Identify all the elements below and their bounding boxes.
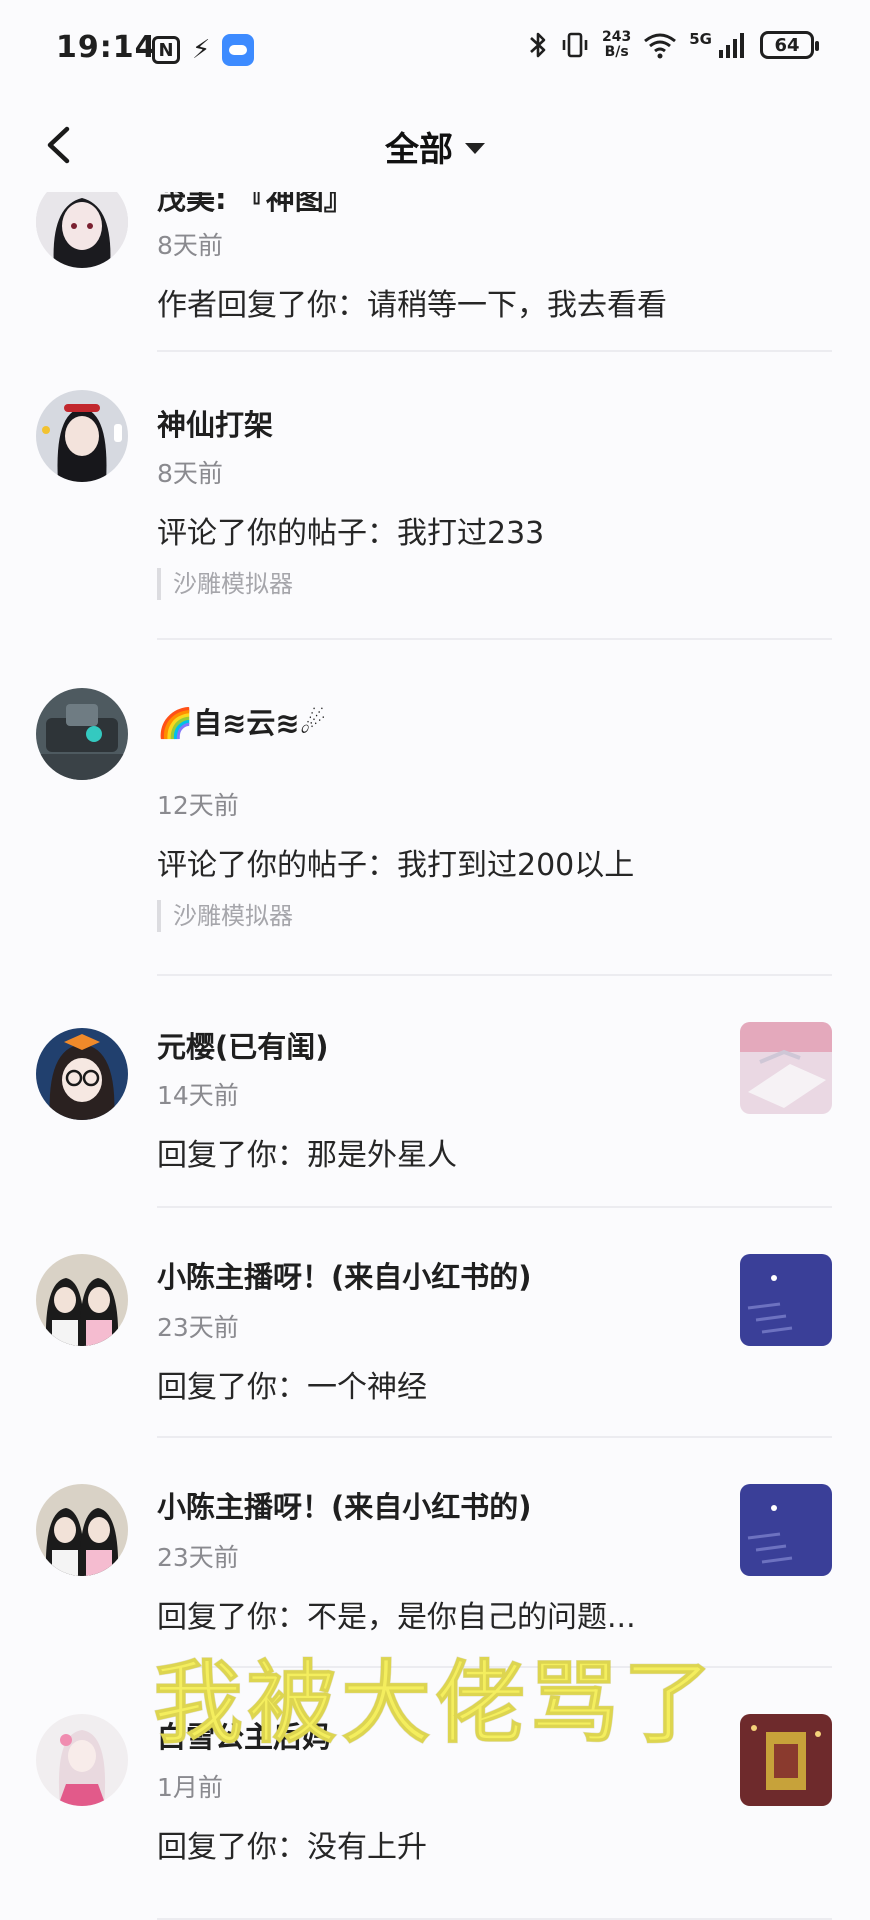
- sender-name[interactable]: 神仙打架: [157, 402, 273, 444]
- sender-name[interactable]: 🌈自≋云≋☄: [157, 700, 326, 742]
- thumbnail-image: [740, 1254, 832, 1346]
- avatar-image: [36, 1714, 128, 1806]
- avatar[interactable]: [36, 1028, 128, 1120]
- status-time: 19:14: [56, 30, 157, 65]
- sender-name[interactable]: 茂美: 『神图』: [157, 192, 353, 218]
- avatar[interactable]: [36, 1484, 128, 1576]
- network-type: 5G: [689, 30, 712, 48]
- thumbnail-image: [740, 1714, 832, 1806]
- list-item[interactable]: 茂美: 『神图』 8天前 作者回复了你：请稍等一下，我去看看: [0, 192, 870, 352]
- nav-bar: 全部: [0, 100, 870, 192]
- post-thumbnail[interactable]: [740, 1022, 832, 1114]
- status-left-icons: N ⚡: [152, 34, 255, 66]
- notification-icon: ⚡: [192, 35, 211, 65]
- signal-icon: [719, 33, 744, 58]
- caret-down-icon: [465, 142, 485, 154]
- avatar[interactable]: [36, 192, 128, 268]
- message-text[interactable]: 回复了你：那是外星人: [157, 1130, 457, 1174]
- list-item[interactable]: 🌈自≋云≋☄ 12天前 评论了你的帖子：我打到过200以上 沙雕模拟器: [0, 640, 870, 976]
- battery-icon: 64: [760, 31, 819, 59]
- post-thumbnail[interactable]: [740, 1254, 832, 1346]
- message-time: 12天前: [157, 791, 239, 820]
- message-text[interactable]: 评论了你的帖子：我打到过200以上: [157, 840, 634, 884]
- avatar[interactable]: [36, 1714, 128, 1806]
- network-speed-unit: B/s: [604, 44, 629, 60]
- network-speed-value: 243: [602, 29, 632, 45]
- avatar-image: [36, 192, 128, 268]
- cloud-icon: [222, 34, 255, 66]
- message-time: 1月前: [157, 1773, 223, 1802]
- nfc-icon: N: [152, 36, 180, 64]
- vibrate-icon: [562, 32, 588, 58]
- network-speed: 243 B/s: [602, 30, 631, 60]
- message-time: 8天前: [157, 231, 223, 260]
- message-time: 23天前: [157, 1543, 239, 1572]
- avatar[interactable]: [36, 1254, 128, 1346]
- page-title: 全部: [385, 129, 453, 170]
- sender-name[interactable]: 白雪公主后妈: [157, 1714, 331, 1756]
- list-item[interactable]: 小陈主播呀！(来自小红书的) 23天前 回复了你：不是，是你自己的问题...: [0, 1438, 870, 1668]
- message-time: 14天前: [157, 1081, 239, 1110]
- avatar-image: [36, 1484, 128, 1576]
- message-list[interactable]: 茂美: 『神图』 8天前 作者回复了你：请稍等一下，我去看看 神仙打架 8天前 …: [0, 192, 870, 1920]
- thumbnail-image: [740, 1484, 832, 1576]
- message-text[interactable]: 回复了你：一个神经: [157, 1362, 427, 1406]
- avatar-image: [36, 688, 128, 780]
- sender-name[interactable]: 元樱(已有闺): [157, 1024, 329, 1066]
- post-thumbnail[interactable]: [740, 1484, 832, 1576]
- list-item[interactable]: 元樱(已有闺) 14天前 回复了你：那是外星人: [0, 976, 870, 1208]
- list-item[interactable]: 白雪公主后妈 1月前 回复了你：没有上升: [0, 1668, 870, 1920]
- avatar[interactable]: [36, 688, 128, 780]
- filter-dropdown[interactable]: 全部: [0, 118, 870, 174]
- status-right-icons: 243 B/s 5G 64: [528, 30, 819, 60]
- avatar-image: [36, 390, 128, 482]
- sender-name[interactable]: 小陈主播呀！(来自小红书的): [157, 1484, 532, 1526]
- post-tag[interactable]: 沙雕模拟器: [157, 568, 293, 600]
- message-text[interactable]: 回复了你：不是，是你自己的问题...: [157, 1592, 636, 1636]
- thumbnail-image: [740, 1022, 832, 1114]
- list-item[interactable]: 神仙打架 8天前 评论了你的帖子：我打过233 沙雕模拟器: [0, 352, 870, 640]
- post-tag[interactable]: 沙雕模拟器: [157, 900, 293, 932]
- message-text[interactable]: 回复了你：没有上升: [157, 1822, 427, 1866]
- message-text[interactable]: 评论了你的帖子：我打过233: [157, 508, 544, 552]
- message-text[interactable]: 作者回复了你：请稍等一下，我去看看: [157, 280, 667, 324]
- avatar[interactable]: [36, 390, 128, 482]
- message-time: 8天前: [157, 459, 223, 488]
- sender-name[interactable]: 小陈主播呀！(来自小红书的): [157, 1254, 532, 1296]
- post-thumbnail[interactable]: [740, 1714, 832, 1806]
- bluetooth-icon: [530, 32, 546, 58]
- list-item[interactable]: 小陈主播呀！(来自小红书的) 23天前 回复了你：一个神经: [0, 1208, 870, 1438]
- wifi-icon: [644, 33, 677, 59]
- avatar-image: [36, 1254, 128, 1346]
- message-time: 23天前: [157, 1313, 239, 1342]
- status-bar: 19:14 N ⚡ 243 B/s 5G 64: [0, 0, 870, 100]
- avatar-image: [36, 1028, 128, 1120]
